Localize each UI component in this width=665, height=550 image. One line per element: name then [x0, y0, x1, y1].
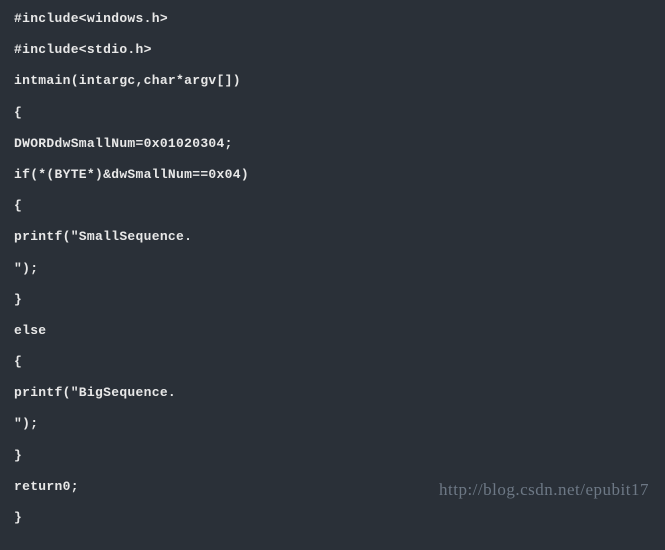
code-line: DWORDdwSmallNum=0x01020304;	[14, 135, 651, 153]
code-line: {	[14, 104, 651, 122]
code-line: ");	[14, 415, 651, 433]
code-line: {	[14, 197, 651, 215]
code-line: printf("SmallSequence.	[14, 228, 651, 246]
code-line: #include<windows.h>	[14, 10, 651, 28]
code-line: if(*(BYTE*)&dwSmallNum==0x04)	[14, 166, 651, 184]
code-block: #include<windows.h> #include<stdio.h> in…	[0, 0, 665, 550]
code-line: {	[14, 353, 651, 371]
code-line: ");	[14, 260, 651, 278]
code-line: intmain(intargc,char*argv[])	[14, 72, 651, 90]
code-line: }	[14, 509, 651, 527]
code-line: }	[14, 447, 651, 465]
code-line: printf("BigSequence.	[14, 384, 651, 402]
code-line: }	[14, 291, 651, 309]
watermark-text: http://blog.csdn.net/epubit17	[439, 480, 649, 500]
code-line: else	[14, 322, 651, 340]
code-line: #include<stdio.h>	[14, 41, 651, 59]
